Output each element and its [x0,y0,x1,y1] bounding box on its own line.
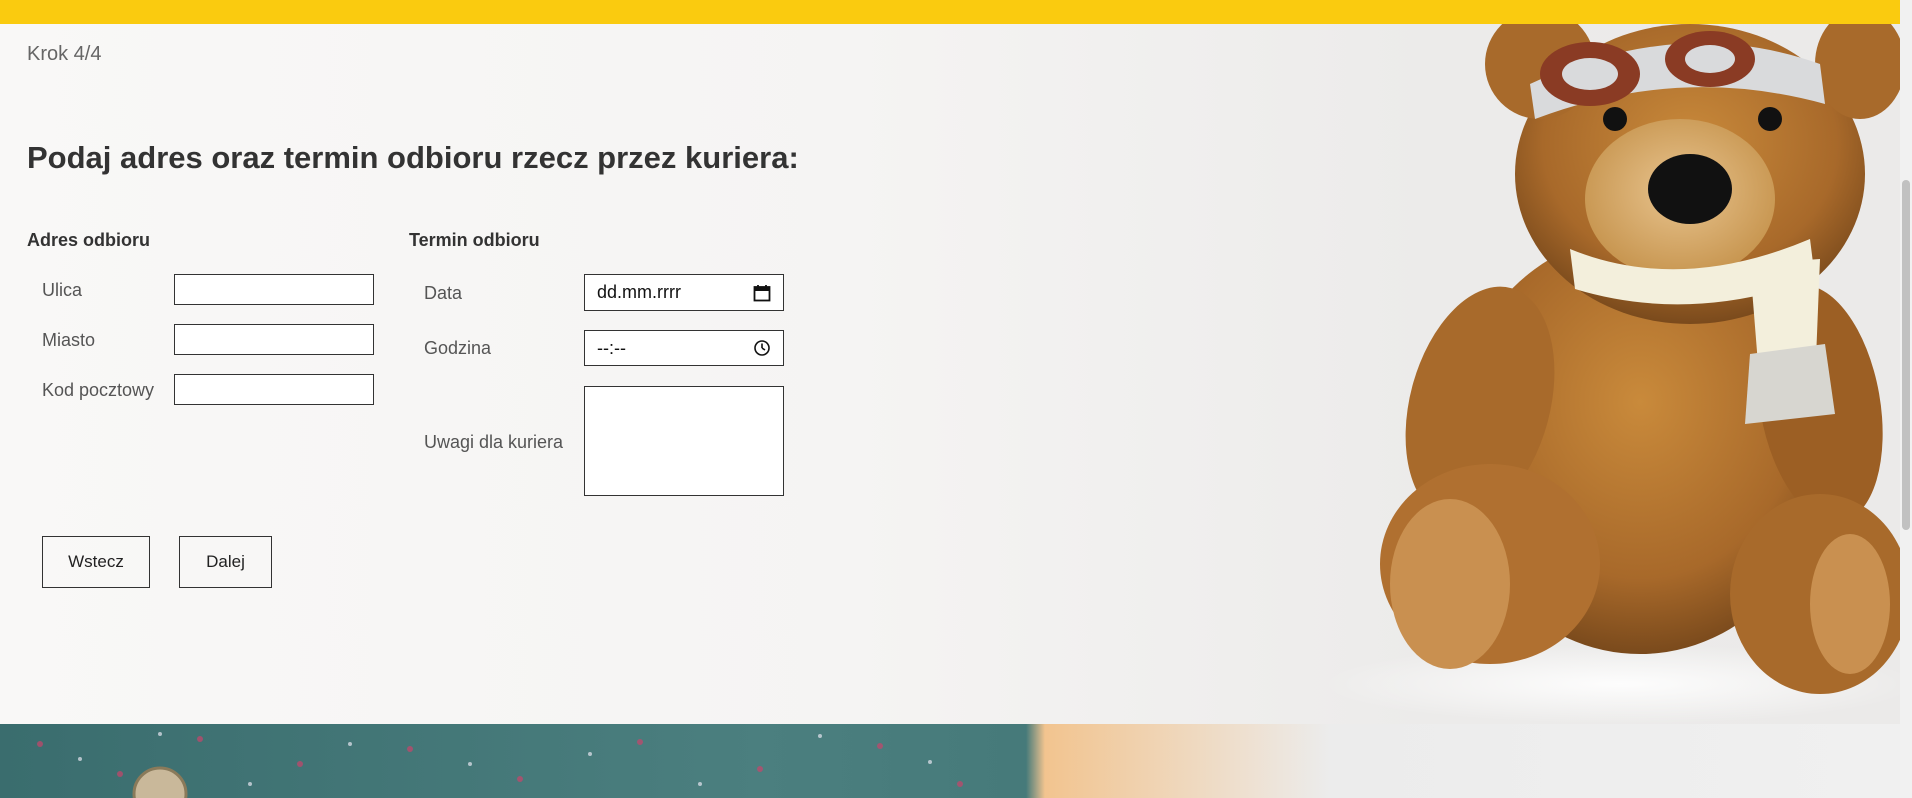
time-placeholder: --:-- [597,337,626,358]
postcode-label: Kod pocztowy [42,380,155,400]
page-scrollbar[interactable] [1900,0,1912,798]
notes-label: Uwagi dla kuriera [424,432,564,452]
city-input[interactable] [174,324,374,355]
step-indicator: Krok 4/4 [27,43,102,65]
time-label: Godzina [424,338,492,358]
street-input[interactable] [174,274,374,305]
time-input[interactable]: --:-- [584,330,784,366]
back-button[interactable]: Wstecz [42,536,150,588]
street-label: Ulica [42,280,83,300]
teddy-bear-image [1320,24,1900,724]
pickup-section-heading: Termin odbioru [409,230,540,250]
notes-textarea[interactable] [584,386,784,496]
date-input[interactable]: dd.mm.rrrr [584,274,784,311]
calendar-icon[interactable] [753,284,771,302]
city-label: Miasto [42,330,96,350]
page-title: Podaj adres oraz termin odbioru rzecz pr… [27,140,799,175]
address-section-heading: Adres odbioru [27,230,151,250]
knitted-fabric-image [0,724,1900,798]
next-button[interactable]: Dalej [179,536,272,588]
date-label: Data [424,283,463,303]
date-placeholder: dd.mm.rrrr [597,282,681,302]
clock-icon[interactable] [753,339,771,357]
top-accent-bar [0,0,1900,24]
postcode-input[interactable] [174,374,374,405]
scrollbar-thumb[interactable] [1902,180,1910,530]
